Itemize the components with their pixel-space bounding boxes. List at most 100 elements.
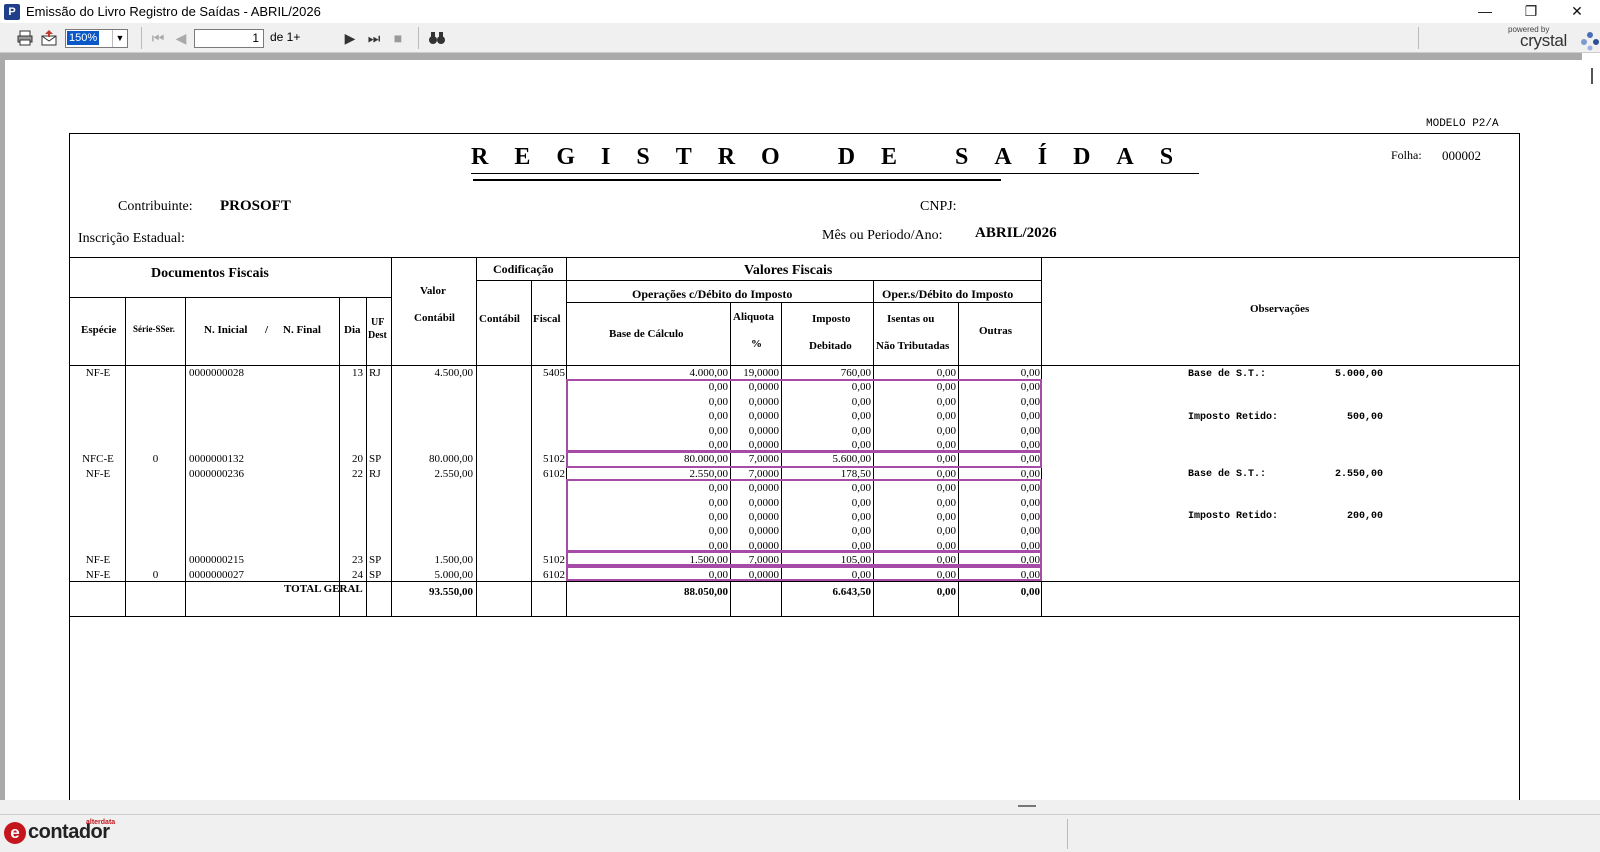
serie-header: Série-SSer. bbox=[133, 324, 175, 334]
folha-value: 000002 bbox=[1442, 148, 1481, 163]
cell-fiscal: 6102 bbox=[543, 467, 565, 480]
cnpj-label: CNPJ: bbox=[920, 199, 957, 214]
valores-fiscais-header: Valores Fiscais bbox=[744, 263, 833, 278]
obs-label: Base de S.T.: bbox=[1188, 369, 1267, 380]
contribuinte-label: Contribuinte: bbox=[118, 199, 193, 214]
print-icon[interactable] bbox=[16, 29, 34, 47]
report-toolbar: 150% ▼ ⏮ ◀ 1 de 1+ ▶ ⏭ ■ powered by crys… bbox=[0, 23, 1600, 53]
op-com-debito-header: Operações c/Débito do Imposto bbox=[632, 287, 793, 301]
next-page-icon[interactable]: ▶ bbox=[341, 29, 359, 47]
highlight-box bbox=[566, 564, 1042, 581]
toolbar-divider bbox=[1418, 27, 1419, 49]
chevron-down-icon[interactable]: ▼ bbox=[112, 30, 127, 47]
inscricao-label: Inscrição Estadual: bbox=[78, 231, 185, 246]
cell-dia: 13 bbox=[352, 367, 363, 379]
last-page-icon[interactable]: ⏭ bbox=[365, 29, 383, 47]
cell-dia: 20 bbox=[352, 453, 363, 466]
periodo-label: Mês ou Periodo/Ano: bbox=[822, 228, 943, 243]
imposto-header: Imposto bbox=[812, 313, 851, 325]
contribuinte-value: PROSOFT bbox=[220, 198, 291, 214]
previous-page-icon[interactable]: ◀ bbox=[172, 29, 190, 47]
report-canvas: MODELO P2/A REGISTRO DE SAÍDAS Folha: 00… bbox=[0, 53, 1582, 800]
n-inicial-header: N. Inicial bbox=[204, 324, 248, 336]
cell-numero: 0000000215 bbox=[189, 554, 244, 567]
page-count: de 1+ bbox=[270, 30, 301, 44]
cell-numero: 0000000132 bbox=[189, 453, 244, 466]
codificacao-header: Codificação bbox=[493, 262, 554, 276]
cell-valor: 2.550,00 bbox=[434, 467, 474, 480]
crystal-dots-icon bbox=[1581, 32, 1599, 51]
percent-header: % bbox=[751, 338, 762, 350]
maximize-button[interactable]: ❐ bbox=[1508, 0, 1554, 23]
app-icon: P bbox=[4, 3, 20, 20]
total-valor: 93.550,00 bbox=[429, 586, 473, 598]
isentas-header: Isentas ou bbox=[887, 313, 935, 325]
total-imposto: 6.643,50 bbox=[832, 586, 872, 598]
cell-aliq: 19,0000 bbox=[743, 367, 779, 379]
dest-header: Dest bbox=[368, 330, 387, 341]
cell-dia: 24 bbox=[352, 568, 363, 581]
cell-numero: 0000000028 bbox=[189, 367, 244, 379]
cell-especie: NF-E bbox=[85, 554, 111, 567]
observacoes-header: Observações bbox=[1250, 303, 1310, 315]
toolbar-divider bbox=[418, 27, 419, 49]
title-bar: P Emissão do Livro Registro de Saídas - … bbox=[0, 0, 1600, 23]
cell-serie: 0 bbox=[152, 568, 159, 581]
obs-value: 5.000,00 bbox=[1334, 369, 1383, 380]
cell-outras: 0,00 bbox=[1020, 467, 1040, 480]
cell-base: 4.000,00 bbox=[689, 367, 729, 379]
cell-especie: NF-E bbox=[85, 367, 111, 379]
splitter-handle[interactable] bbox=[1018, 805, 1036, 807]
cell-outras: 0,00 bbox=[1020, 367, 1040, 379]
toolbar-divider bbox=[141, 27, 142, 49]
cell-isentas: 0,00 bbox=[936, 467, 956, 480]
modelo-label: MODELO P2/A bbox=[1426, 118, 1499, 130]
total-outras: 0,00 bbox=[1020, 586, 1040, 598]
minimize-button[interactable]: — bbox=[1462, 0, 1508, 23]
cell-uf: SP bbox=[369, 568, 382, 581]
cell-fiscal: 5102 bbox=[543, 453, 565, 466]
cod-contabil-header: Contábil bbox=[479, 313, 520, 325]
cell-especie: NF-E bbox=[85, 568, 111, 581]
export-icon[interactable] bbox=[40, 29, 58, 47]
page-number-input[interactable]: 1 bbox=[194, 29, 264, 48]
cell-especie: NFC-E bbox=[82, 453, 114, 466]
obs-value: 500,00 bbox=[1346, 412, 1383, 423]
alterdata-contador-logo: e contador alterdata bbox=[4, 819, 115, 844]
close-button[interactable]: ✕ bbox=[1554, 0, 1600, 23]
obs-label: Imposto Retido: bbox=[1188, 412, 1279, 423]
cell-uf: SP bbox=[369, 453, 382, 466]
first-page-icon[interactable]: ⏮ bbox=[149, 29, 167, 47]
search-binoculars-icon[interactable] bbox=[428, 29, 446, 47]
cell-aliq: 7,0000 bbox=[748, 467, 779, 480]
cell-fiscal: 6102 bbox=[543, 568, 565, 581]
zoom-select[interactable]: 150% ▼ bbox=[65, 29, 128, 48]
stop-icon[interactable]: ■ bbox=[389, 29, 407, 47]
scroll-thumb[interactable] bbox=[1591, 68, 1593, 84]
debitado-header: Debitado bbox=[809, 340, 852, 352]
cell-uf: RJ bbox=[369, 467, 381, 480]
outras-header: Outras bbox=[979, 325, 1012, 337]
report-title: REGISTRO DE SAÍDAS bbox=[471, 144, 1200, 174]
nao-tributadas-header: Não Tributadas bbox=[876, 340, 950, 352]
periodo-value: ABRIL/2026 bbox=[975, 225, 1057, 241]
vertical-scrollbar[interactable] bbox=[1582, 53, 1600, 800]
zoom-value: 150% bbox=[67, 31, 100, 45]
highlight-box bbox=[566, 479, 1042, 553]
obs-label: Base de S.T.: bbox=[1188, 469, 1267, 480]
cell-valor: 80.000,00 bbox=[429, 453, 473, 466]
obs-value: 200,00 bbox=[1346, 511, 1383, 522]
cell-fiscal: 5102 bbox=[543, 554, 565, 567]
dia-header: Dia bbox=[344, 324, 361, 336]
status-divider bbox=[1067, 819, 1068, 849]
documentos-header: Documentos Fiscais bbox=[151, 266, 269, 281]
highlight-box bbox=[566, 379, 1042, 453]
cell-base: 2.550,00 bbox=[689, 467, 729, 480]
cell-valor: 4.500,00 bbox=[434, 367, 474, 379]
valor-contabil-header: Contábil bbox=[414, 312, 455, 324]
folha-label: Folha: bbox=[1391, 148, 1422, 162]
base-calculo-header: Base de Cálculo bbox=[609, 328, 684, 340]
cod-fiscal-header: Fiscal bbox=[533, 313, 561, 325]
aliquota-header: Aliquota bbox=[733, 311, 774, 323]
cell-especie: NF-E bbox=[85, 467, 111, 480]
